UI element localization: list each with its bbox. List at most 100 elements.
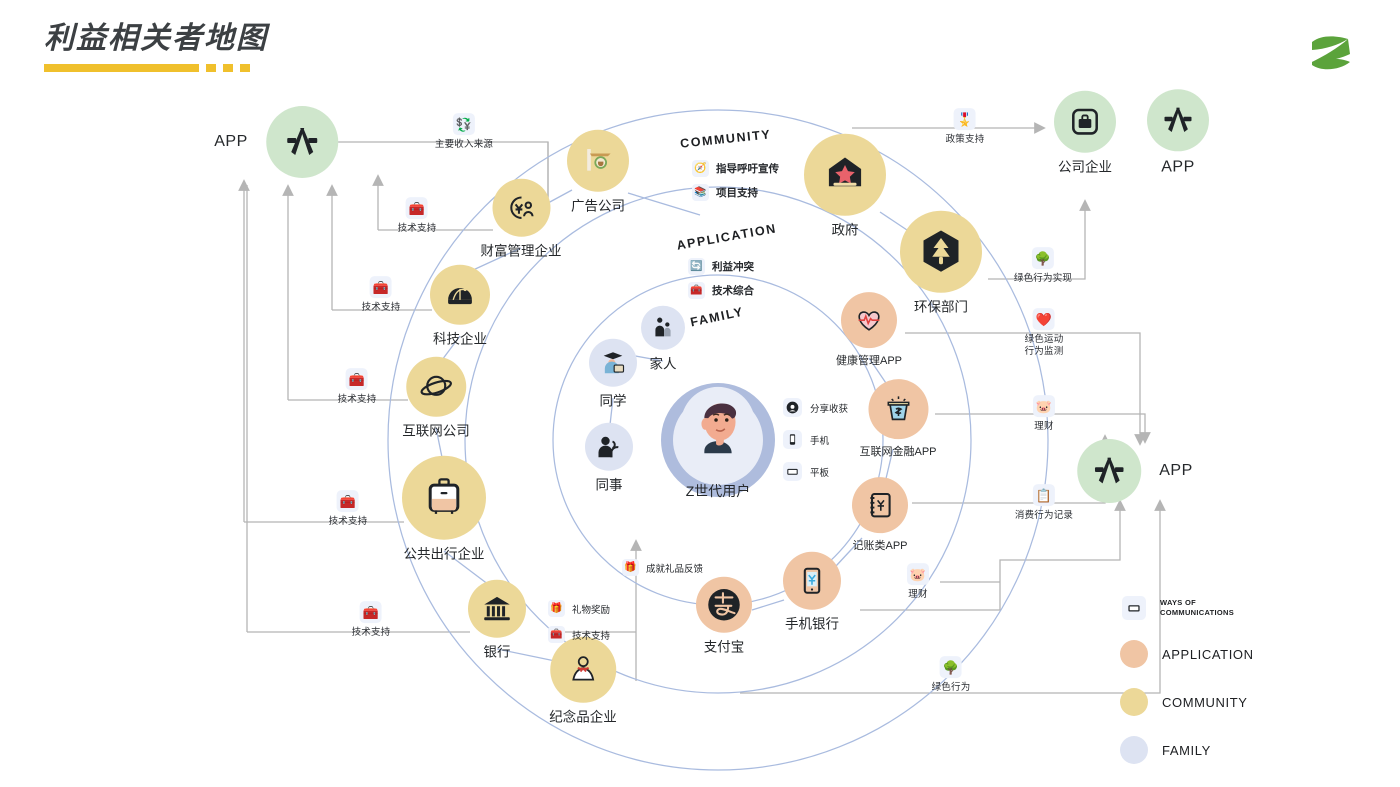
node-bank[interactable]: 银行 — [468, 579, 526, 661]
node-label: 家人 — [649, 356, 677, 372]
node-tech-company[interactable]: 科技企业 — [430, 264, 490, 348]
legend-row-ways-of-communications: WAYS OF COMMUNICATIONS — [1120, 596, 1254, 620]
node-label: 同学 — [599, 393, 627, 409]
chip-label: 绿色行为 — [931, 682, 971, 694]
legend-row-family: FAMILY — [1120, 736, 1254, 764]
family-icon — [641, 305, 685, 350]
comm-item-label: 平板 — [810, 467, 830, 479]
chip-policy-support: 🎖️ 政策支持 — [946, 108, 985, 146]
node-label: 财富管理企业 — [480, 243, 562, 259]
node-internet-company[interactable]: 互联网公司 — [402, 356, 470, 440]
toolbox-icon: 🧰 — [346, 368, 368, 391]
comm-item-label: 分享收获 — [810, 403, 849, 415]
luggage-icon — [402, 455, 486, 540]
ring-item: 🧰 技术综合 — [688, 282, 754, 299]
legend: WAYS OF COMMUNICATIONS APPLICATION COMMU… — [1120, 596, 1254, 764]
shop-sign-icon — [567, 129, 629, 192]
node-ad-company[interactable]: 广告公司 — [567, 129, 629, 215]
bank-edge-chip-group: 🎁 礼物奖励 🧰 技术支持 — [548, 600, 610, 643]
node-family-member[interactable]: 家人 — [641, 305, 685, 373]
node-label: 手机银行 — [785, 616, 839, 632]
title-underline-bar — [44, 64, 199, 72]
node-health-app[interactable]: 健康管理APP — [836, 292, 902, 368]
node-app-left[interactable]: APP — [214, 106, 338, 178]
node-label: 公司企业 — [1058, 159, 1112, 175]
ledger-icon — [852, 477, 908, 534]
layers-plus-icon: 📚 — [692, 184, 709, 201]
briefcase-icon — [1054, 90, 1116, 153]
gift-box-icon: 🎁 — [548, 600, 565, 617]
ring-caption-family: FAMILY — [689, 304, 746, 330]
legend-row-community: COMMUNITY — [1120, 688, 1254, 716]
compass-icon: 🧭 — [692, 160, 709, 177]
node-colleague[interactable]: 同事 — [585, 422, 633, 494]
app-store-icon — [1077, 439, 1142, 503]
chip-label: 技术支持 — [337, 394, 377, 406]
node-mobile-bank[interactable]: 手机银行 — [783, 551, 841, 633]
node-public-transit-company[interactable]: 公共出行企业 — [402, 455, 486, 563]
node-environmental-department[interactable]: 环保部门 — [900, 210, 982, 316]
chip-label: 消费行为记录 — [1014, 510, 1074, 522]
node-government[interactable]: 政府 — [804, 133, 886, 239]
node-label: 同事 — [595, 477, 623, 493]
node-label: 广告公司 — [571, 198, 625, 214]
toolbox-icon: 🧰 — [337, 490, 359, 513]
node-wealth-management[interactable]: 财富管理企业 — [480, 178, 562, 260]
stakeholder-map-page: 利益相关者地图 COMMUNITY 🧭 指导呼吁宣传 📚 项目支持 APPLIC… — [0, 0, 1400, 787]
chip-label: 主要收入来源 — [434, 139, 494, 151]
gift-box-icon: 🎁 — [622, 559, 639, 576]
legend-label: APPLICATION — [1162, 646, 1254, 662]
page-title-block: 利益相关者地图 — [44, 24, 268, 72]
node-label: 政府 — [831, 222, 859, 238]
node-souvenir-company[interactable]: 纪念品企业 — [549, 636, 617, 726]
chip-tech-support-1: 🧰 技术支持 — [398, 197, 437, 235]
ring-item-label: 项目支持 — [716, 187, 758, 199]
node-classmate[interactable]: 同学 — [589, 338, 637, 410]
center-node-gen-z-user[interactable]: Z世代用户 — [675, 381, 761, 499]
node-internet-finance-app[interactable]: 互联网金融APP — [859, 379, 937, 459]
chip-label: 技术支持 — [351, 627, 391, 639]
gift-person-icon — [550, 636, 616, 703]
chip-label: 技术支持 — [328, 516, 368, 528]
node-label: 纪念品企业 — [549, 709, 617, 725]
gov-star-icon — [804, 133, 886, 216]
chip-gift-reward: 🎁 礼物奖励 — [548, 600, 610, 617]
chip-tech-support-2: 🧰 技术支持 — [362, 276, 401, 314]
money-bucket-icon — [867, 379, 928, 440]
legend-row-application: APPLICATION — [1120, 640, 1254, 668]
exchange-icon: 🔄 — [688, 258, 705, 275]
chip-wealth-1: 🐷 理财 — [1033, 395, 1055, 433]
phone-icon — [783, 430, 802, 449]
legend-label: WAYS OF COMMUNICATIONS — [1160, 597, 1235, 617]
node-corporate-company[interactable]: 公司企业 — [1054, 90, 1116, 176]
title-underline-dash — [223, 64, 233, 72]
legend-swatch-community — [1120, 688, 1148, 716]
toolbox-icon: 🧰 — [688, 282, 705, 299]
clipboard-icon: 📋 — [1032, 484, 1055, 507]
app-store-icon — [265, 106, 338, 178]
z-leaf-logo-icon — [1312, 36, 1350, 70]
ring-item-label: 技术综合 — [712, 285, 754, 297]
tree-icon: 🌳 — [1031, 247, 1054, 270]
node-app-right[interactable]: APP — [1077, 439, 1193, 503]
toolbox-icon: 🧰 — [406, 197, 428, 220]
chip-tech-support-6: 🧰 技术支持 — [548, 626, 610, 643]
chip-consume-record: 📋 消费行为记录 — [1015, 484, 1073, 522]
ring-list-application: 🔄 利益冲突 🧰 技术综合 — [688, 258, 754, 299]
node-ledger-app[interactable]: 记账类APP — [852, 477, 908, 553]
policy-icon: 🎖️ — [954, 108, 976, 131]
chip-achievement-feedback: 🎁 成就礼品反馈 — [622, 559, 703, 576]
node-label: 互联网公司 — [402, 423, 470, 439]
planet-icon — [406, 356, 466, 417]
node-app-top-right[interactable]: APP — [1147, 89, 1209, 176]
communication-methods-list: 分享收获 手机 平板 — [783, 398, 848, 481]
title-underline — [44, 64, 254, 72]
legend-label: COMMUNITY — [1162, 694, 1248, 710]
phone-yuan-icon — [783, 551, 841, 610]
center-node-label: Z世代用户 — [685, 482, 751, 499]
node-label: 支付宝 — [703, 639, 745, 655]
toolbox-icon: 🧰 — [360, 601, 382, 624]
chip-label: 政策支持 — [945, 134, 985, 146]
node-alipay[interactable]: 支付宝 — [696, 576, 752, 656]
ring-caption-community: COMMUNITY — [679, 127, 772, 151]
